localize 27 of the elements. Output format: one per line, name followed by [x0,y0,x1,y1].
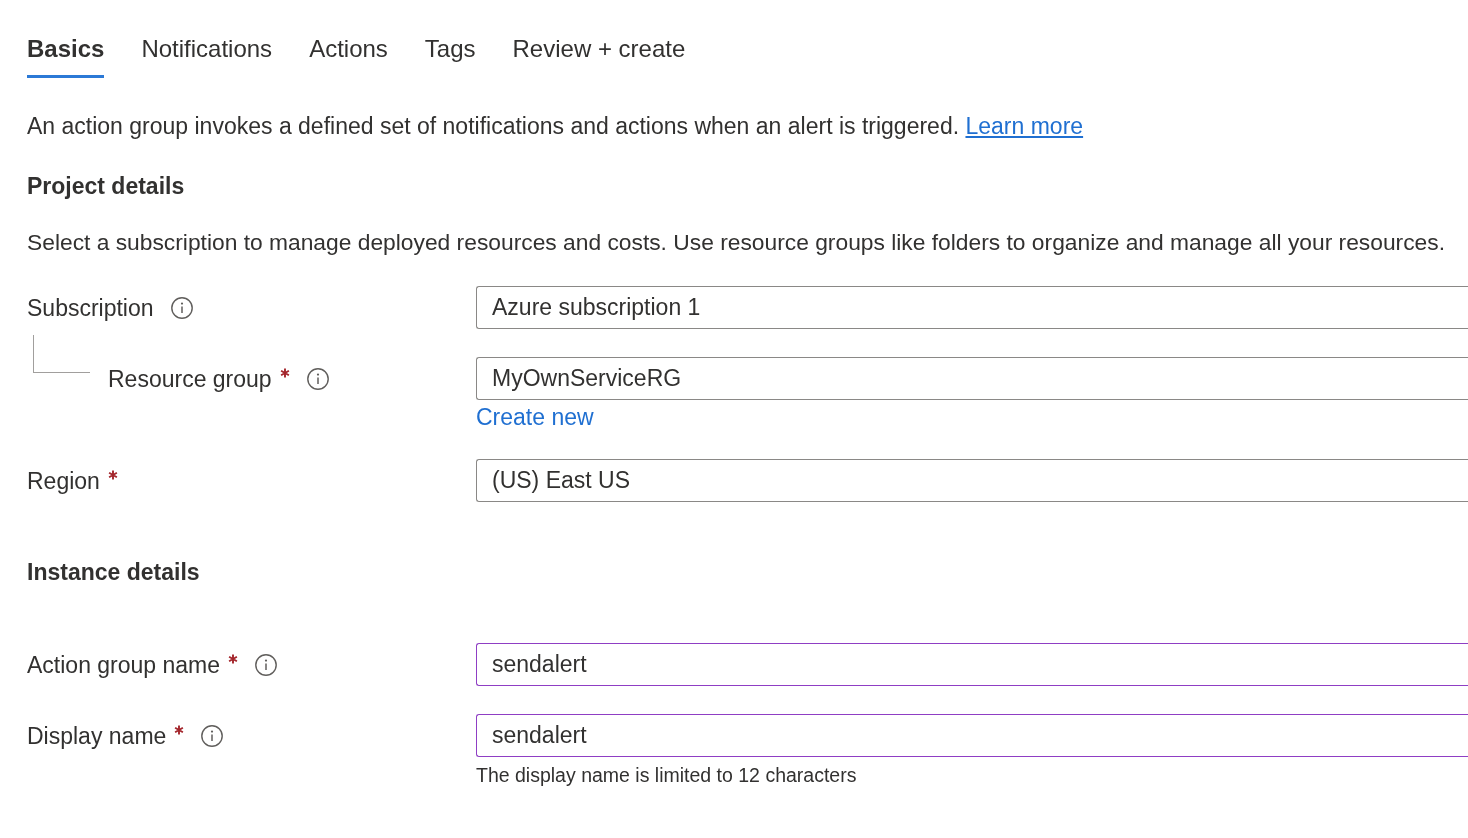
field-label: Resource group [108,364,272,394]
intro-text: An action group invokes a defined set of notifications and actions when an alert is triggered. Learn more [27,112,1084,141]
input-field[interactable]: sendalert [476,714,1468,757]
dropdown-field[interactable]: (US) East US [476,459,1468,502]
tab[interactable]: Notifications [141,33,273,78]
field-label: Region [27,466,100,496]
info-icon[interactable] [201,724,224,747]
field-label: Display name [27,721,167,751]
dropdown-field[interactable]: Azure subscription 1 [476,286,1468,329]
info-icon[interactable] [170,296,193,319]
field-label: Subscription [27,293,154,323]
learn-more-link[interactable]: Learn more [965,113,1084,139]
tree-connector [33,335,90,373]
hint-text: The display name is limited to 12 characters [476,763,857,787]
input-field[interactable]: sendalert [476,643,1468,686]
section-heading: Instance details [27,558,200,587]
tab[interactable]: Review + create [512,33,686,78]
tab[interactable]: Basics [27,33,105,78]
section-heading: Project details [27,172,185,201]
tab[interactable]: Tags [424,33,476,78]
create-new-link[interactable]: Create new [476,403,594,431]
tab[interactable]: Actions [309,33,388,78]
dropdown-field[interactable]: MyOwnServiceRG [476,357,1468,400]
section-description: Select a subscription to manage deployed resources and costs. Use resource groups like folders to organize and manage all your resources. [27,228,1445,257]
field-label: Action group name [27,650,221,680]
info-icon[interactable] [306,367,329,390]
info-icon[interactable] [255,653,278,676]
